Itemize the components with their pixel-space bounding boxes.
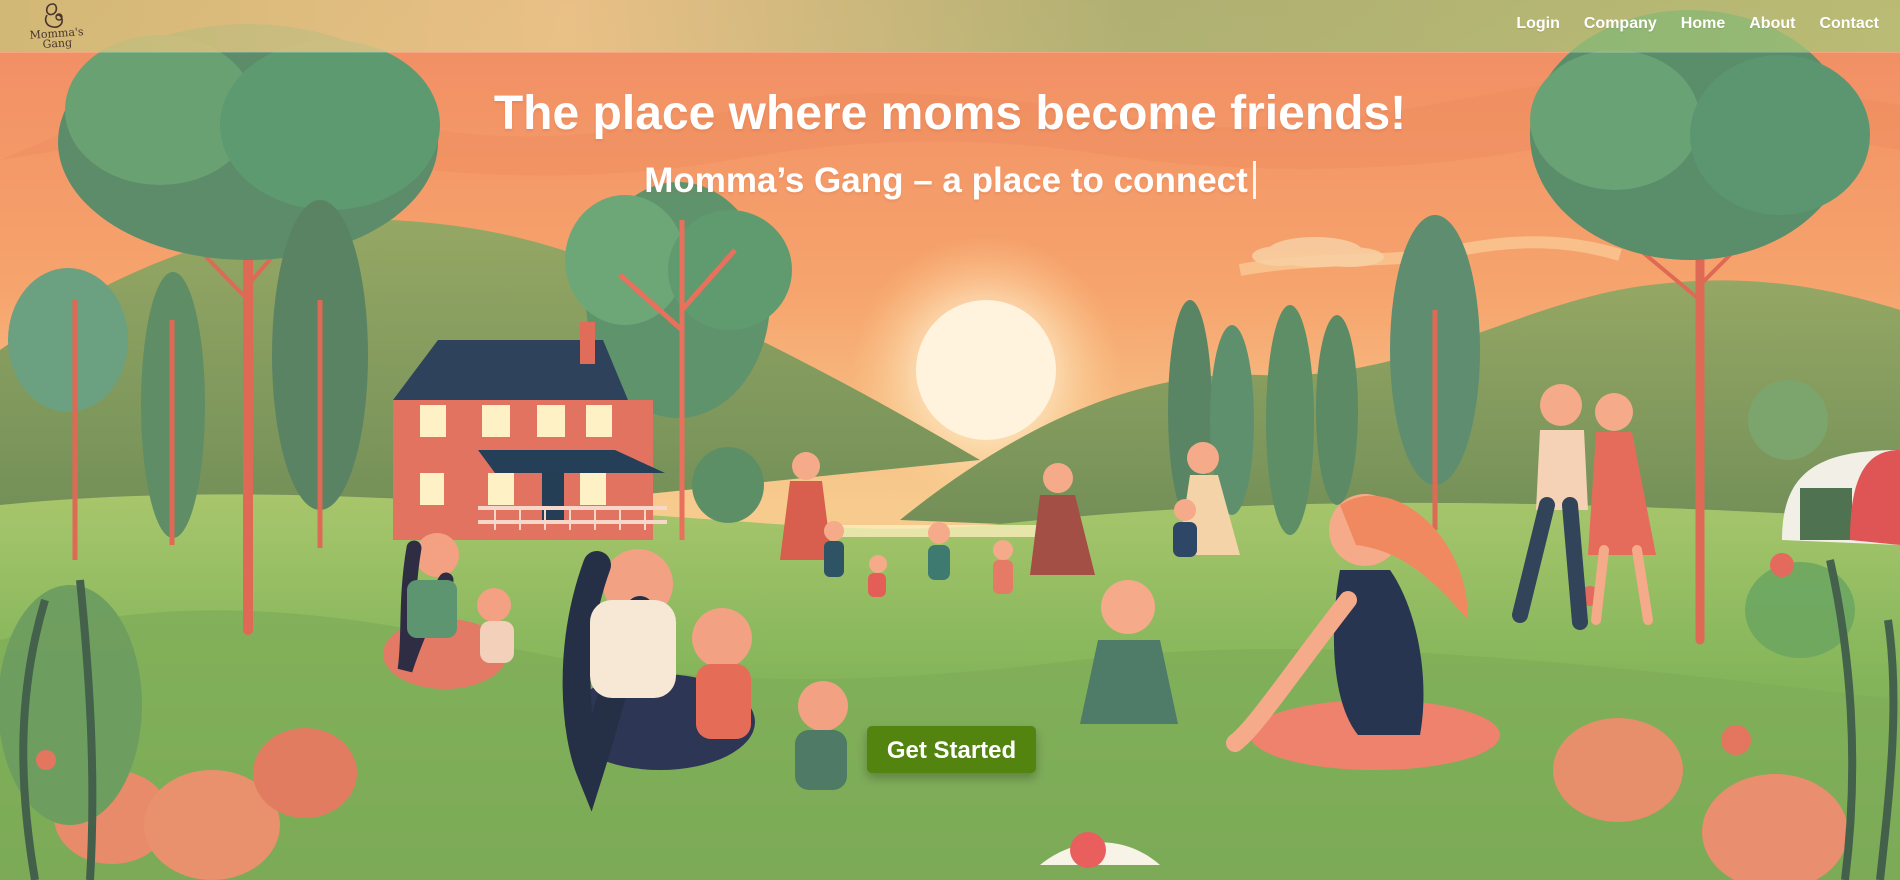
get-started-button[interactable]: Get Started	[867, 726, 1036, 773]
text-cursor-icon	[1252, 161, 1256, 199]
nav-login-link[interactable]: Login	[1516, 13, 1560, 35]
logo-wordmark: Momma's Gang	[27, 25, 86, 51]
main-nav: Login Company Home About Contact	[1516, 13, 1879, 35]
hero-title: The place where moms become friends!	[493, 87, 1407, 140]
momma-gang-logo[interactable]: Momma's Gang	[27, 2, 86, 51]
nav-about-link[interactable]: About	[1749, 13, 1795, 35]
top-navigation-bar: Momma's Gang Login Company Home About Co…	[0, 0, 1900, 52]
nav-company-link[interactable]: Company	[1584, 13, 1657, 35]
hero-subtitle-text: Momma’s Gang – a place to connect	[644, 161, 1248, 200]
hero-subtitle: Momma’s Gang – a place to connect	[0, 156, 1900, 206]
landing-page: Momma's Gang Login Company Home About Co…	[0, 0, 1900, 880]
nav-home-link[interactable]: Home	[1681, 13, 1725, 35]
nav-contact-link[interactable]: Contact	[1819, 13, 1879, 35]
